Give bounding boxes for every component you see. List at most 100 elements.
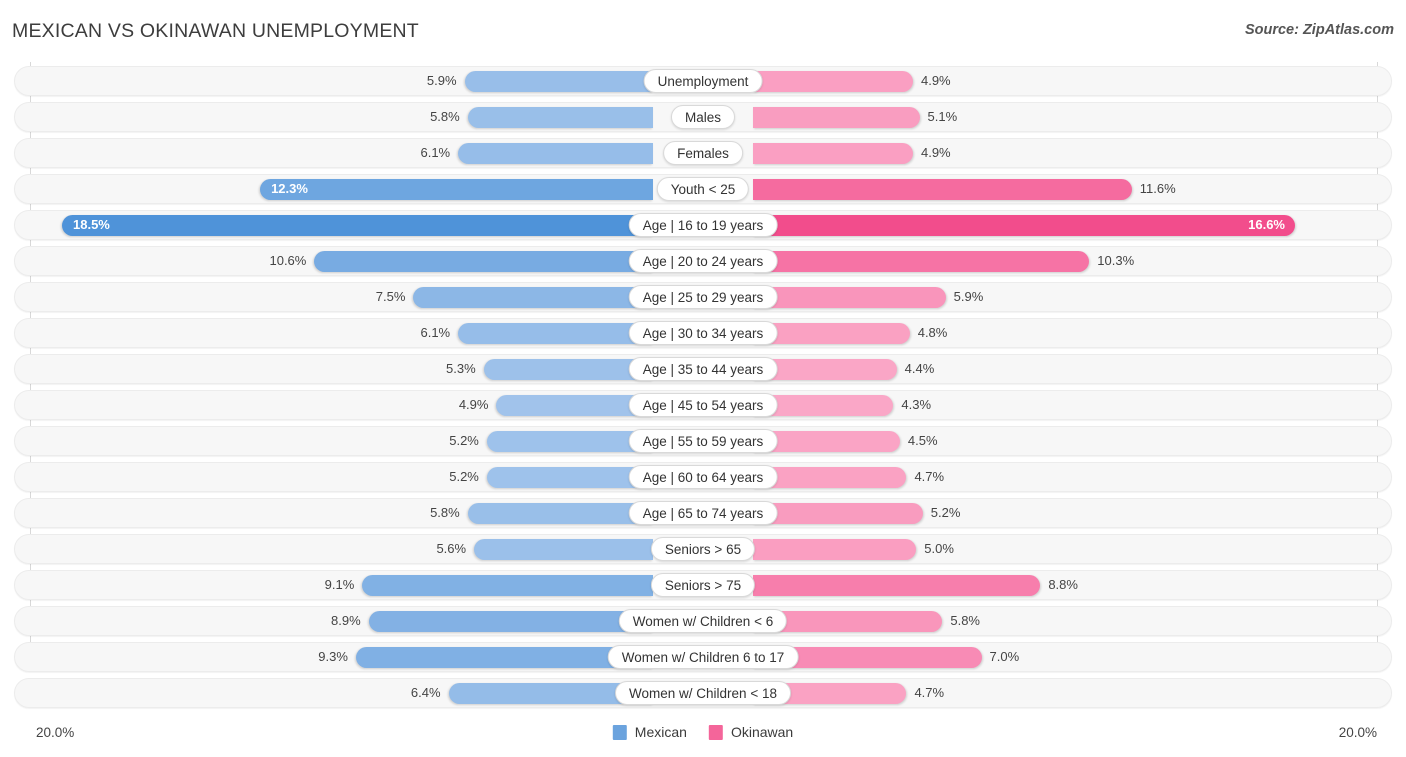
- page-title: MEXICAN VS OKINAWAN UNEMPLOYMENT: [12, 20, 419, 42]
- value-label-okinawan: 4.3%: [901, 397, 932, 412]
- bar-okinawan: [753, 287, 946, 308]
- bar-okinawan: [753, 575, 1041, 596]
- row-category-label: Age | 60 to 64 years: [628, 465, 778, 489]
- value-label-mexican: 18.5%: [73, 217, 110, 232]
- bar-mexican: [464, 71, 653, 92]
- bar-mexican: [467, 107, 653, 128]
- value-label-mexican: 5.9%: [426, 73, 457, 88]
- row-category-label: Females: [663, 141, 743, 165]
- chart-plot-area: 5.9% 4.9% Unemployment 5.8% 5.1% Males 6.1% 4.9…: [0, 62, 1406, 720]
- value-label-okinawan: 5.0%: [924, 541, 954, 556]
- value-label-mexican: 5.2%: [449, 469, 479, 484]
- axis-max-left: 20.0%: [36, 725, 75, 740]
- row-category-label: Age | 20 to 24 years: [628, 249, 778, 273]
- value-label-mexican: 6.4%: [410, 685, 441, 700]
- value-label-mexican: 5.6%: [436, 541, 467, 556]
- legend-item[interactable]: Mexican: [612, 724, 687, 740]
- value-label-okinawan: 4.4%: [904, 361, 935, 376]
- bar-row: 5.3% 4.4% Age | 35 to 44 years: [0, 354, 1406, 384]
- bar-okinawan: [753, 71, 913, 92]
- row-category-label: Youth < 25: [656, 177, 750, 201]
- legend-item[interactable]: Okinawan: [708, 724, 794, 740]
- value-label-okinawan: 4.5%: [907, 433, 938, 448]
- bar-mexican: [314, 251, 653, 272]
- bar-okinawan: [753, 539, 917, 560]
- bar-row: 5.8% 5.1% Males: [0, 102, 1406, 132]
- bar-mexican: [474, 539, 653, 560]
- value-label-mexican: 5.8%: [430, 505, 460, 520]
- value-label-okinawan: 5.2%: [930, 505, 961, 520]
- bar-row: 6.4% 4.7% Women w/ Children < 18: [0, 678, 1406, 708]
- bar-mexican: [413, 287, 653, 308]
- bar-okinawan: [753, 215, 1295, 236]
- row-category-label: Age | 45 to 54 years: [628, 393, 778, 417]
- bar-row: 5.9% 4.9% Unemployment: [0, 66, 1406, 96]
- value-label-okinawan: 10.3%: [1097, 253, 1135, 268]
- bar-mexican: [458, 143, 653, 164]
- row-category-label: Males: [670, 105, 736, 129]
- legend-swatch-icon: [708, 724, 723, 740]
- value-label-okinawan: 5.1%: [927, 109, 958, 124]
- value-label-mexican: 5.2%: [449, 433, 479, 448]
- bar-row: 5.6% 5.0% Seniors > 65: [0, 534, 1406, 564]
- bar-row: 5.8% 5.2% Age | 65 to 74 years: [0, 498, 1406, 528]
- bar-mexican: [483, 359, 653, 380]
- row-category-label: Seniors > 75: [650, 573, 756, 597]
- row-category-label: Age | 30 to 34 years: [628, 321, 778, 345]
- value-label-mexican: 8.9%: [331, 613, 361, 628]
- value-label-okinawan: 5.8%: [950, 613, 980, 628]
- bar-row: 10.6% 10.3% Age | 20 to 24 years: [0, 246, 1406, 276]
- value-label-okinawan: 4.9%: [920, 73, 951, 88]
- bar-okinawan: [753, 503, 923, 524]
- value-label-okinawan: 8.8%: [1048, 577, 1078, 592]
- value-label-mexican: 4.9%: [458, 397, 489, 412]
- chart-header: MEXICAN VS OKINAWAN UNEMPLOYMENT Source:…: [0, 0, 1406, 62]
- row-category-label: Age | 35 to 44 years: [628, 357, 778, 381]
- bar-row: 12.3% 11.6% Youth < 25: [0, 174, 1406, 204]
- value-label-mexican: 6.1%: [420, 325, 451, 340]
- chart-legend: Mexican Okinawan: [612, 724, 794, 740]
- value-label-okinawan: 4.7%: [914, 685, 945, 700]
- bar-okinawan: [753, 251, 1090, 272]
- bar-row: 4.9% 4.3% Age | 45 to 54 years: [0, 390, 1406, 420]
- source-attribution: Source: ZipAtlas.com: [1244, 22, 1394, 38]
- value-label-mexican: 5.3%: [446, 361, 476, 376]
- bar-okinawan: [753, 143, 913, 164]
- value-label-mexican: 10.6%: [269, 253, 307, 268]
- legend-swatch-icon: [612, 724, 627, 740]
- axis-max-right: 20.0%: [1338, 725, 1377, 740]
- row-category-label: Age | 16 to 19 years: [628, 213, 778, 237]
- bar-row: 6.1% 4.8% Age | 30 to 34 years: [0, 318, 1406, 348]
- bar-mexican: [458, 323, 653, 344]
- bar-row: 5.2% 4.7% Age | 60 to 64 years: [0, 462, 1406, 492]
- bar-row: 18.5% 16.6% Age | 16 to 19 years: [0, 210, 1406, 240]
- value-label-okinawan: 4.8%: [917, 325, 948, 340]
- value-label-mexican: 12.3%: [271, 181, 308, 196]
- bar-okinawan: [753, 107, 920, 128]
- row-category-label: Age | 65 to 74 years: [628, 501, 778, 525]
- row-category-label: Age | 55 to 59 years: [628, 429, 778, 453]
- bar-row: 6.1% 4.9% Females: [0, 138, 1406, 168]
- value-label-okinawan: 5.9%: [953, 289, 984, 304]
- value-label-mexican: 9.3%: [318, 649, 348, 664]
- value-label-okinawan: 4.9%: [920, 145, 951, 160]
- bar-row: 5.2% 4.5% Age | 55 to 59 years: [0, 426, 1406, 456]
- value-label-okinawan: 11.6%: [1139, 181, 1176, 196]
- row-category-label: Age | 25 to 29 years: [628, 285, 778, 309]
- row-category-label: Seniors > 65: [650, 537, 756, 561]
- value-label-mexican: 5.8%: [430, 109, 460, 124]
- bar-row: 9.3% 7.0% Women w/ Children 6 to 17: [0, 642, 1406, 672]
- legend-label: Okinawan: [730, 724, 794, 740]
- row-category-label: Women w/ Children < 6: [618, 609, 788, 633]
- value-label-mexican: 6.1%: [420, 145, 451, 160]
- bar-mexican: [260, 179, 653, 200]
- bar-row: 8.9% 5.8% Women w/ Children < 6: [0, 606, 1406, 636]
- row-category-label: Women w/ Children < 18: [615, 681, 791, 705]
- bar-row: 9.1% 8.8% Seniors > 75: [0, 570, 1406, 600]
- value-label-okinawan: 16.6%: [1248, 217, 1285, 232]
- bar-mexican: [368, 611, 653, 632]
- bar-mexican: [62, 215, 653, 236]
- legend-label: Mexican: [634, 724, 687, 740]
- bar-row: 7.5% 5.9% Age | 25 to 29 years: [0, 282, 1406, 312]
- value-label-okinawan: 4.7%: [914, 469, 945, 484]
